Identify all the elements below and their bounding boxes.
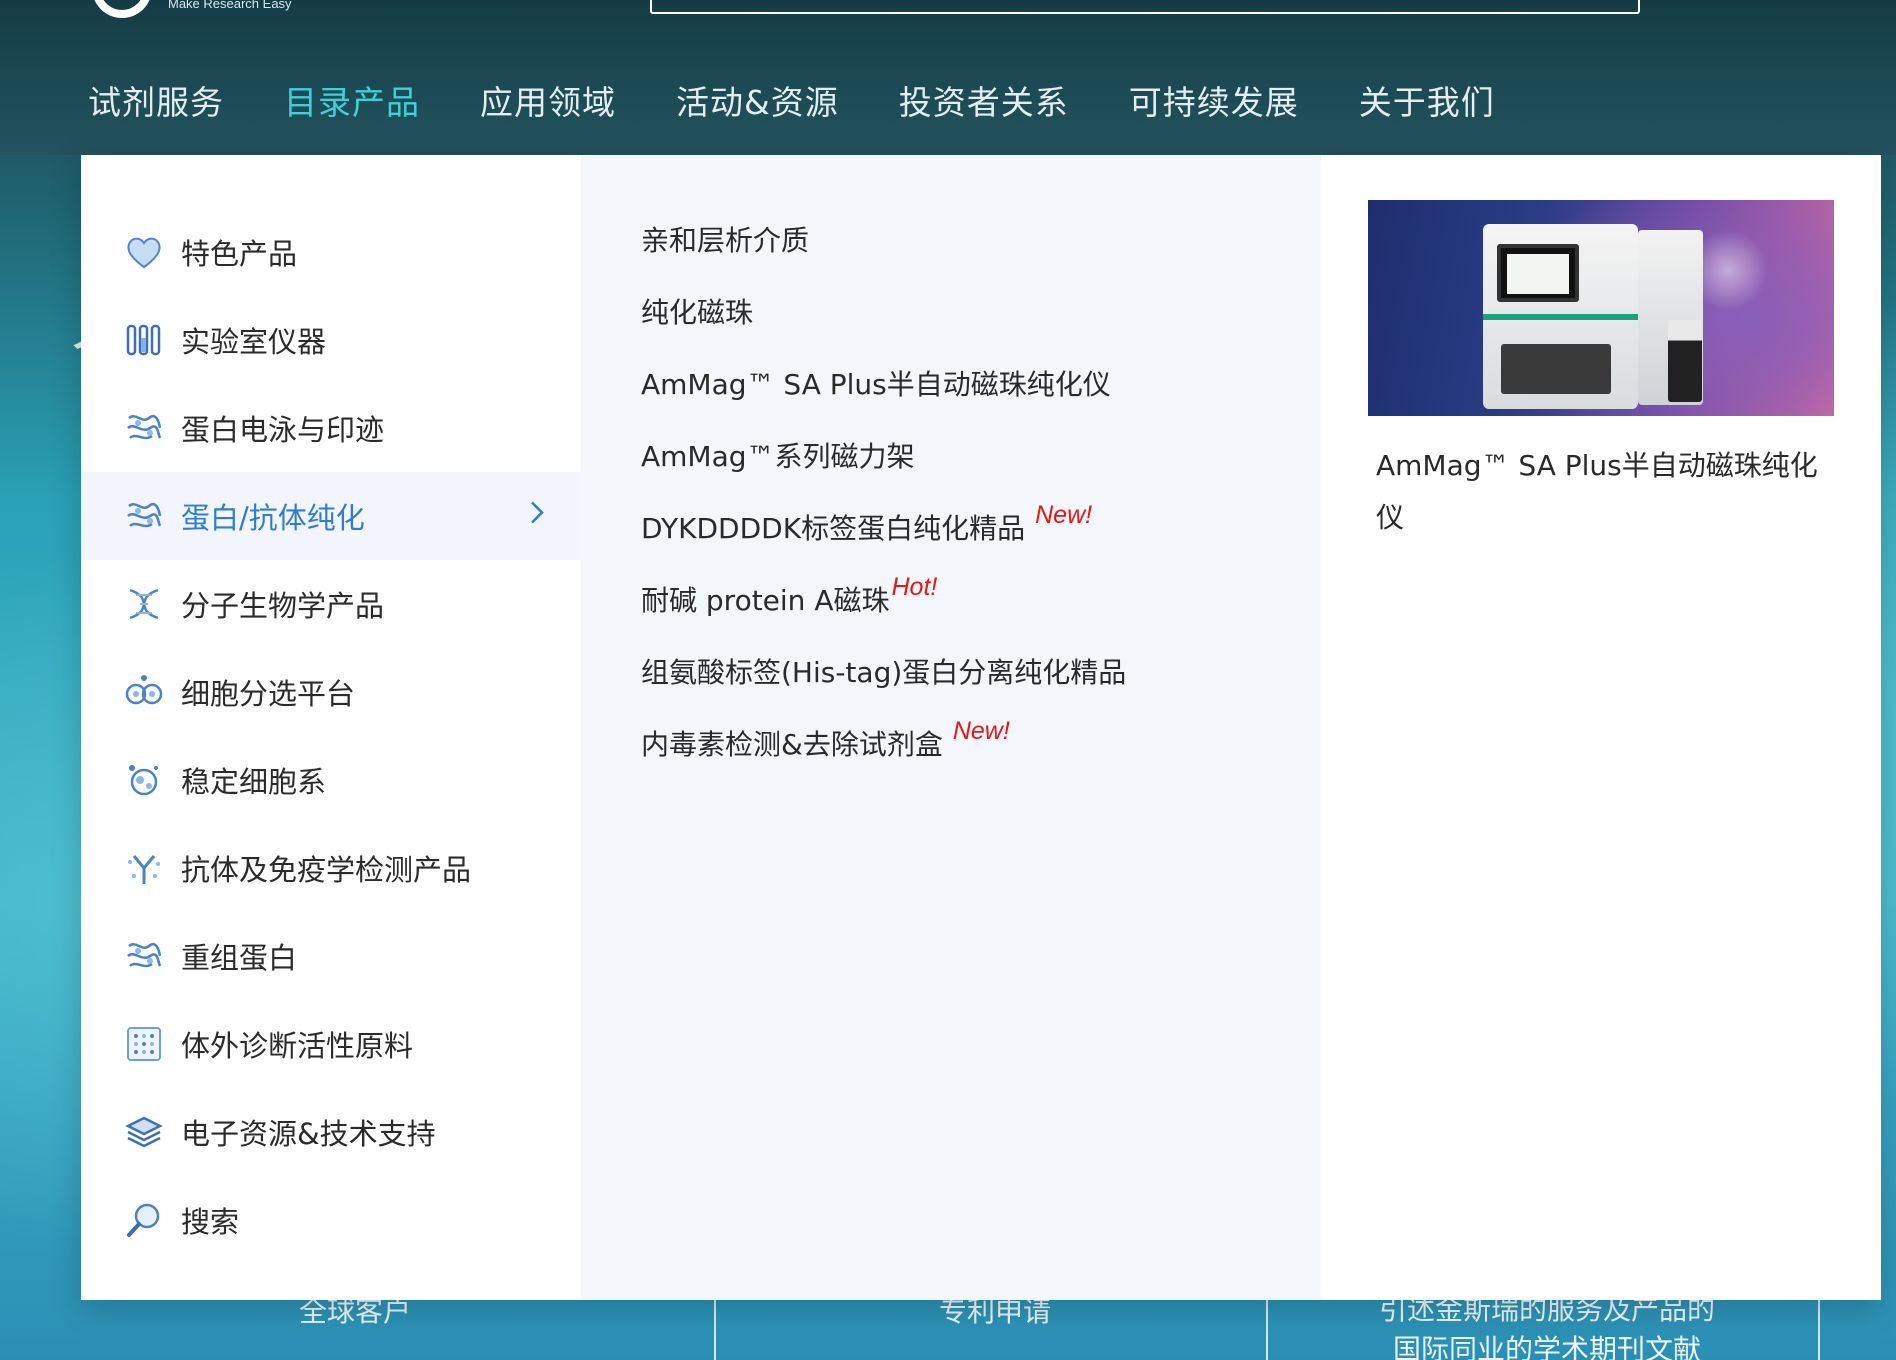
subitem-label: 耐碱 protein A磁珠: [641, 584, 890, 617]
subitem-ammag-magnetic-rack[interactable]: AmMag™系列磁力架: [641, 419, 1321, 491]
subitem-affinity-chromatography[interactable]: 亲和层析介质: [641, 203, 1321, 275]
category-label: 电子资源&技术支持: [181, 1117, 436, 1151]
new-badge: New!: [952, 716, 1010, 745]
category-featured-products[interactable]: 特色产品: [81, 208, 581, 296]
test-tubes-icon: [123, 319, 165, 361]
layers-icon: [123, 1111, 165, 1153]
stat-label: 全球客户: [298, 1295, 411, 1328]
category-protein-antibody-purification[interactable]: 蛋白/抗体纯化: [81, 472, 581, 560]
category-lab-instruments[interactable]: 实验室仪器: [81, 296, 581, 384]
category-recombinant-proteins[interactable]: 重组蛋白: [81, 912, 581, 1000]
background-stats: 全球客户 专利申请 引述金斯瑞的服务及产品的 国际同业的学术期刊文献: [80, 1290, 1820, 1360]
category-label: 蛋白电泳与印迹: [181, 413, 385, 447]
category-label: 搜索: [181, 1205, 240, 1239]
category-stable-cell-lines[interactable]: 稳定细胞系: [81, 736, 581, 824]
antibody-icon: [123, 847, 165, 889]
subitem-label: DYKDDDDK标签蛋白纯化精品: [641, 512, 1026, 545]
category-e-resources-support[interactable]: 电子资源&技术支持: [81, 1088, 581, 1176]
nav-item-catalog-products[interactable]: 目录产品: [284, 76, 420, 124]
stat-label: 专利申请: [938, 1295, 1051, 1328]
category-ivd-raw-materials[interactable]: 体外诊断活性原料: [81, 1000, 581, 1088]
cell-line-icon: [123, 759, 165, 801]
divider: [714, 1290, 716, 1360]
category-cell-sorting[interactable]: 细胞分选平台: [81, 648, 581, 736]
grid-icon: [123, 1023, 165, 1065]
dna-icon: [123, 583, 165, 625]
reagent-bottle: [1668, 320, 1702, 402]
featured-product: AmMag™ SA Plus半自动磁珠纯化仪: [1321, 155, 1881, 1300]
logo[interactable]: [92, 0, 152, 18]
featured-product-image[interactable]: [1368, 200, 1834, 416]
nav-item-investor-relations[interactable]: 投资者关系: [899, 76, 1069, 124]
divider: [1818, 1290, 1820, 1360]
divider: [1266, 1290, 1268, 1360]
instrument-stripe: [1483, 314, 1638, 320]
stat-label-line: 国际同业的学术期刊文献: [1392, 1333, 1701, 1360]
new-badge: New!: [1035, 500, 1093, 529]
category-list: 特色产品 实验室仪器 蛋白电泳与印迹 蛋白/抗体纯化 分子生物学产品 细胞分选平…: [81, 155, 581, 1300]
search-input[interactable]: [650, 0, 1640, 14]
subitem-protein-a-beads[interactable]: 耐碱 protein A磁珠 Hot!: [641, 563, 1321, 635]
protein-icon: [123, 407, 165, 449]
category-molecular-biology[interactable]: 分子生物学产品: [81, 560, 581, 648]
subitem-ammag-sa-plus[interactable]: AmMag™ SA Plus半自动磁珠纯化仪: [641, 347, 1321, 419]
category-label: 稳定细胞系: [181, 765, 327, 799]
nav-item-applications[interactable]: 应用领域: [480, 76, 616, 124]
subitem-purification-beads[interactable]: 纯化磁珠: [641, 275, 1321, 347]
category-antibody-immunoassay[interactable]: 抗体及免疫学检测产品: [81, 824, 581, 912]
main-nav: 试剂服务 目录产品 应用领域 活动&资源 投资者关系 可持续发展 关于我们: [88, 76, 1555, 124]
subitem-label: 纯化磁珠: [641, 296, 754, 329]
heart-icon: [123, 231, 165, 273]
cells-icon: [123, 671, 165, 713]
subitem-label: 组氨酸标签(His-tag)蛋白分离纯化精品: [641, 656, 1127, 689]
category-label: 细胞分选平台: [181, 677, 356, 711]
instrument-image: [1483, 224, 1638, 409]
subitem-label: AmMag™系列磁力架: [641, 440, 915, 473]
protein-icon: [123, 935, 165, 977]
category-label: 抗体及免疫学检测产品: [181, 853, 472, 887]
category-label: 体外诊断活性原料: [181, 1029, 414, 1063]
instrument-screen: [1497, 244, 1579, 302]
stat-label: 引述金斯瑞的服务及产品的 国际同业的学术期刊文献: [1272, 1290, 1822, 1360]
subitem-dykddddk-tag[interactable]: DYKDDDDK标签蛋白纯化精品 New!: [641, 491, 1321, 563]
category-search[interactable]: 搜索: [81, 1176, 581, 1264]
subcategory-list: 亲和层析介质 纯化磁珠 AmMag™ SA Plus半自动磁珠纯化仪 AmMag…: [581, 155, 1321, 1300]
category-label: 特色产品: [181, 237, 298, 271]
instrument-slot: [1501, 344, 1611, 394]
subitem-label: 内毒素检测&去除试剂盒: [641, 728, 943, 761]
category-label: 重组蛋白: [181, 941, 298, 975]
nav-item-about-us[interactable]: 关于我们: [1359, 76, 1495, 124]
protein-icon: [123, 495, 165, 537]
category-label: 实验室仪器: [181, 325, 327, 359]
catalog-mega-menu: 特色产品 实验室仪器 蛋白电泳与印迹 蛋白/抗体纯化 分子生物学产品 细胞分选平…: [81, 155, 1881, 1300]
category-label: 分子生物学产品: [181, 589, 385, 623]
nav-item-sustainability[interactable]: 可持续发展: [1129, 76, 1299, 124]
category-protein-electrophoresis[interactable]: 蛋白电泳与印迹: [81, 384, 581, 472]
hot-badge: Hot!: [891, 572, 938, 601]
subitem-his-tag[interactable]: 组氨酸标签(His-tag)蛋白分离纯化精品: [641, 635, 1321, 707]
nav-item-reagent-services[interactable]: 试剂服务: [88, 76, 224, 124]
subitem-label: 亲和层析介质: [641, 224, 810, 257]
featured-product-caption[interactable]: AmMag™ SA Plus半自动磁珠纯化仪: [1368, 440, 1838, 544]
logo-tagline: Make Research Easy: [168, 0, 292, 11]
nav-item-events-resources[interactable]: 活动&资源: [676, 76, 839, 124]
subitem-label: AmMag™ SA Plus半自动磁珠纯化仪: [641, 368, 1111, 401]
site-header: Make Research Easy 试剂服务 目录产品 应用领域 活动&资源 …: [0, 0, 1896, 155]
subitem-endotoxin-kit[interactable]: 内毒素检测&去除试剂盒 New!: [641, 707, 1321, 779]
search-icon: [123, 1199, 165, 1241]
category-label: 蛋白/抗体纯化: [181, 501, 365, 535]
chevron-right-icon: [529, 499, 545, 534]
